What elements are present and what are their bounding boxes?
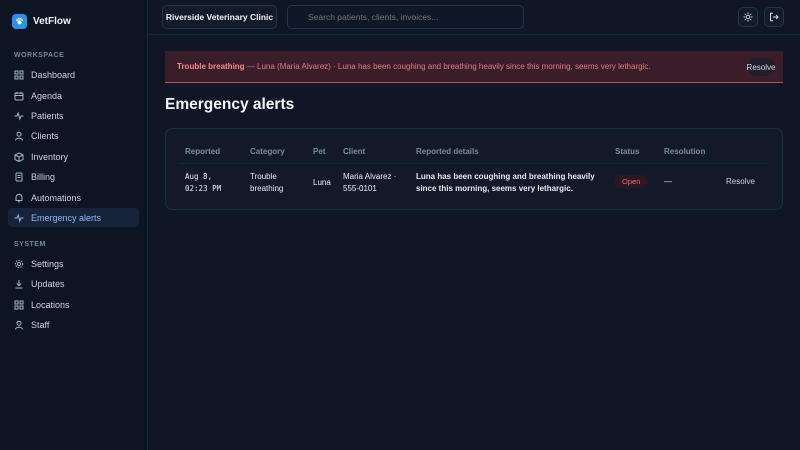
details-line: Luna has been coughing and breathing hea…: [416, 172, 595, 181]
client-phone: 555-0101: [343, 183, 377, 193]
sidebar-item-label: Clients: [31, 130, 59, 141]
grid-icon: [14, 70, 24, 79]
calendar-icon: [14, 91, 24, 100]
brand-name: VetFlow: [33, 15, 71, 27]
cell-client: Maria Alvarez · 555-0101: [343, 171, 396, 194]
banner-message: — Luna (Maria Alvarez) · Luna has been c…: [244, 62, 651, 71]
paw-logo-icon: [12, 13, 27, 29]
sidebar-item-label: Dashboard: [31, 69, 76, 80]
sidebar-item-label: Settings: [31, 258, 64, 269]
cell-reported: Aug 8, 02:23 PM: [185, 171, 221, 195]
user-icon: [15, 131, 23, 141]
sidebar-item-label: Automations: [31, 192, 82, 203]
sidebar-item-label: Emergency alerts: [31, 212, 102, 223]
section-label-workspace: WORKSPACE: [14, 52, 65, 59]
sidebar-item-label: Staff: [31, 319, 50, 330]
reported-time: 02:23 PM: [185, 184, 222, 193]
gear-icon: [14, 259, 24, 268]
sidebar-item-locations[interactable]: Locations: [8, 295, 139, 314]
sidebar-item-label: Billing: [31, 171, 56, 182]
column-header-reported: Reported: [185, 147, 221, 156]
category-line: Trouble: [250, 172, 277, 181]
cell-resolution: —: [664, 177, 672, 186]
box-icon: [14, 151, 24, 162]
emergency-alerts-table: Reported Category Pet Client Reported de…: [165, 128, 783, 210]
sidebar-item-automations[interactable]: Automations: [8, 188, 139, 207]
column-header-status: Status: [615, 147, 640, 156]
sidebar-item-updates[interactable]: Updates: [8, 274, 139, 293]
banner-title: Trouble breathing: [177, 62, 245, 71]
bell-icon: [15, 193, 23, 202]
download-icon: [15, 279, 23, 288]
cell-pet: Luna: [313, 178, 331, 187]
sidebar-item-label: Locations: [31, 299, 70, 310]
cell-category: Trouble breathing: [250, 171, 283, 194]
sidebar-item-dashboard[interactable]: Dashboard: [8, 65, 139, 84]
sun-icon: [743, 12, 753, 22]
column-header-details: Reported details: [416, 147, 479, 156]
sidebar-item-agenda[interactable]: Agenda: [8, 86, 139, 105]
category-line: breathing: [250, 183, 284, 193]
logout-button[interactable]: [764, 7, 784, 27]
sidebar-item-staff[interactable]: Staff: [8, 315, 139, 334]
pulse-icon: [14, 212, 24, 223]
page-title: Emergency alerts: [165, 96, 295, 113]
pulse-icon: [14, 110, 24, 121]
topbar: Riverside Veterinary Clinic: [148, 0, 800, 35]
sidebar-item-patients[interactable]: Patients: [8, 106, 139, 125]
logout-icon: [770, 12, 779, 22]
sidebar-item-billing[interactable]: Billing: [8, 167, 139, 186]
section-label-system: SYSTEM: [14, 241, 46, 248]
sidebar-item-label: Patients: [31, 110, 64, 121]
receipt-icon: [15, 172, 23, 181]
sidebar-item-settings[interactable]: Settings: [8, 254, 139, 273]
client-name: Maria Alvarez ·: [343, 172, 397, 181]
column-header-resolution: Resolution: [664, 147, 706, 156]
sidebar-item-inventory[interactable]: Inventory: [8, 147, 139, 166]
sidebar-item-clients[interactable]: Clients: [8, 126, 139, 145]
clinic-selector-button[interactable]: Riverside Veterinary Clinic: [162, 5, 277, 29]
sidebar-item-label: Updates: [31, 278, 65, 289]
reported-date: Aug 8,: [185, 172, 213, 181]
column-header-client: Client: [343, 147, 366, 156]
emergency-alert-banner: Trouble breathing — Luna (Maria Alvarez)…: [165, 51, 783, 83]
sidebar-item-label: Inventory: [31, 151, 69, 162]
sidebar: VetFlow WORKSPACE Dashboard Agenda Patie…: [0, 0, 148, 450]
row-resolve-button[interactable]: Resolve: [726, 177, 755, 186]
user-icon: [15, 320, 23, 330]
banner-resolve-button[interactable]: Resolve: [747, 58, 775, 76]
brand[interactable]: VetFlow: [12, 12, 71, 30]
status-badge: Open: [614, 175, 649, 188]
grid-icon: [14, 300, 24, 309]
column-header-pet: Pet: [313, 147, 326, 156]
header-divider: [180, 163, 768, 164]
sidebar-item-label: Agenda: [31, 90, 63, 101]
cell-details: Luna has been coughing and breathing hea…: [416, 171, 595, 194]
theme-toggle-button[interactable]: [738, 7, 758, 27]
details-line: since this morning, seems very lethargic…: [416, 183, 573, 193]
search-input[interactable]: [287, 5, 524, 29]
column-header-category: Category: [250, 147, 285, 156]
sidebar-item-emergency-alerts[interactable]: Emergency alerts: [8, 208, 139, 227]
